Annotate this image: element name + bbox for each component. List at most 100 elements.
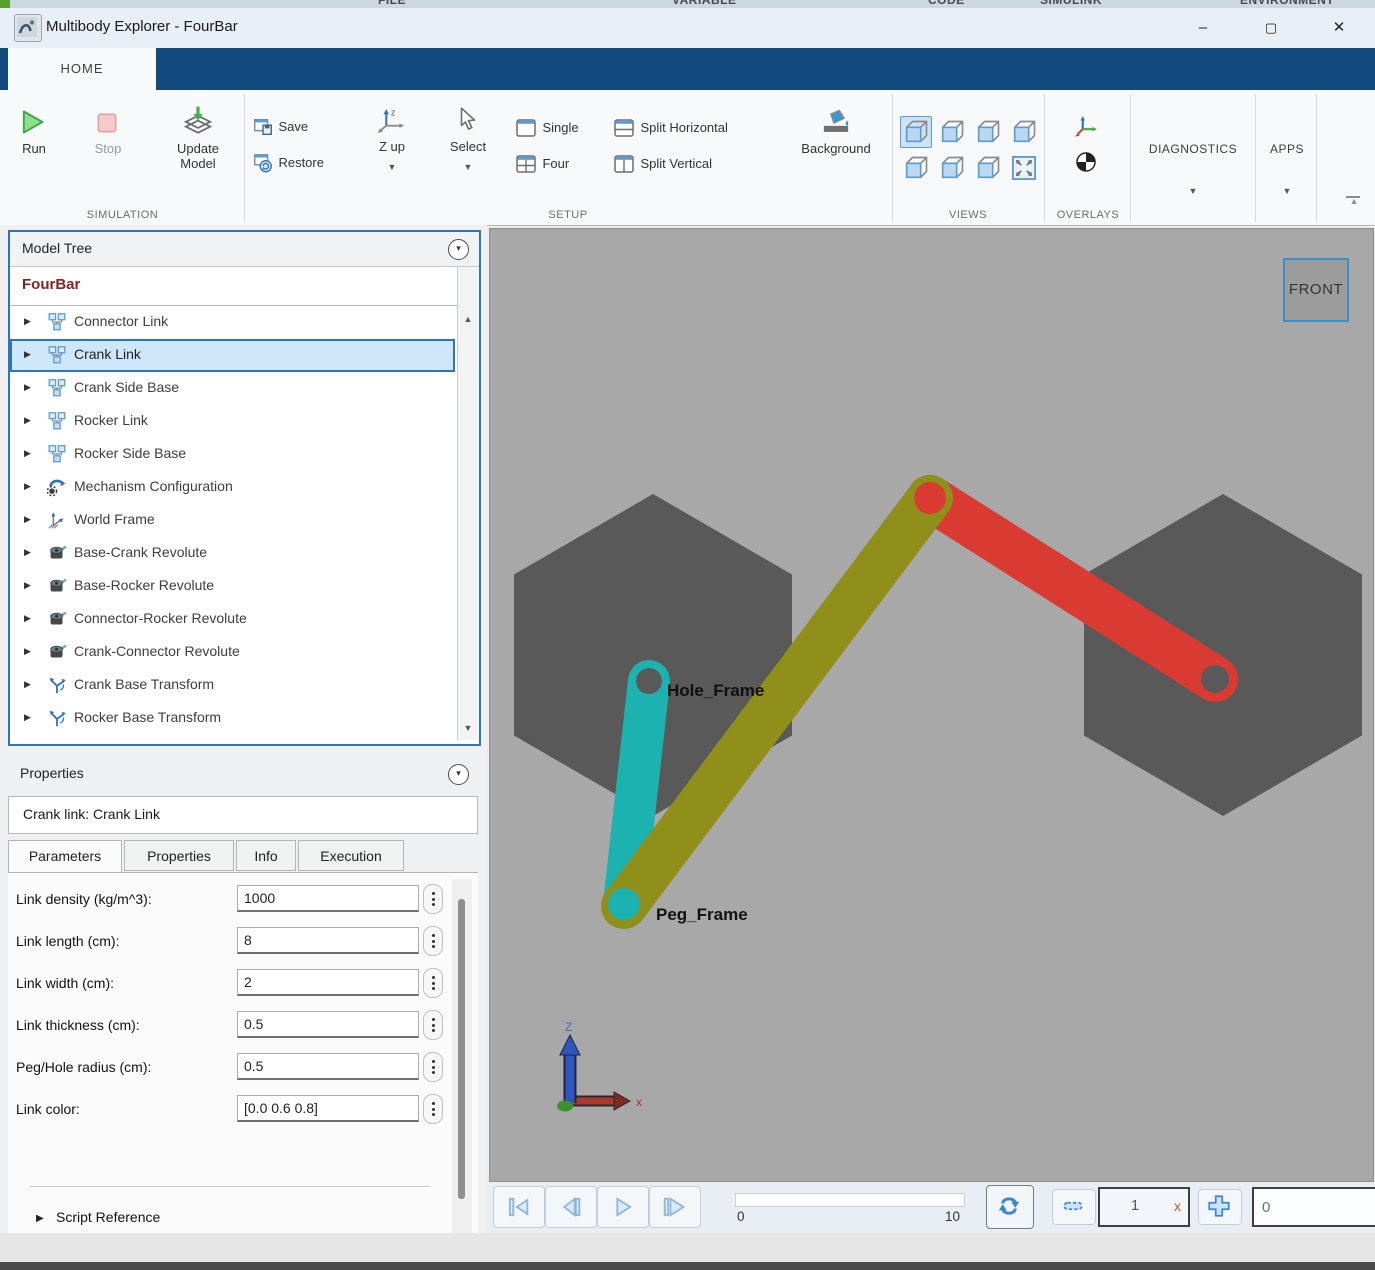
expand-arrow-icon[interactable]: ▶	[24, 646, 31, 657]
expand-arrow-icon[interactable]: ▶	[24, 448, 31, 459]
current-time-field[interactable]	[1252, 1187, 1375, 1227]
param-menu-link-length[interactable]	[423, 926, 443, 956]
expand-arrow-icon[interactable]: ▶	[24, 481, 31, 492]
expand-arrow-icon[interactable]: ▶	[24, 514, 31, 525]
rocker-end-hole[interactable]	[1201, 665, 1229, 693]
tree-item-connector-link[interactable]: ▶ Connector Link	[10, 306, 455, 339]
tree-item-crank-link[interactable]: ▶ Crank Link	[10, 339, 455, 372]
param-input-link-thickness[interactable]	[237, 1011, 419, 1038]
select-dropdown-arrow[interactable]: ▼	[444, 162, 492, 172]
close-button[interactable]: ✕	[1316, 8, 1362, 48]
play-button[interactable]	[597, 1186, 649, 1228]
scroll-up-arrow[interactable]: ▲	[458, 309, 478, 329]
split-horizontal-button[interactable]: Split Horizontal	[612, 116, 728, 140]
frames-overlay-button[interactable]	[1072, 114, 1100, 145]
expand-arrow-icon[interactable]: ▶	[24, 547, 31, 558]
expand-arrow-icon[interactable]: ▶	[24, 613, 31, 624]
speed-display: 1 x	[1098, 1187, 1190, 1227]
tree-item-rocker-base-transform[interactable]: ▶ Rocker Base Transform	[10, 702, 455, 735]
tree-item-base-crank-revolute[interactable]: ▶ Base-Crank Revolute	[10, 537, 455, 570]
hole-frame-hole[interactable]	[636, 668, 662, 694]
tree-item-base-rocker-revolute[interactable]: ▶ Base-Rocker Revolute	[10, 570, 455, 603]
tree-item-crank-connector-revolute[interactable]: ▶ Crank-Connector Revolute	[10, 636, 455, 669]
viewport-3d[interactable]: Hole_Frame Peg_Frame Z x FRONT	[489, 228, 1374, 1182]
scroll-down-arrow[interactable]: ▼	[458, 718, 478, 738]
peg-frame-peg[interactable]	[608, 888, 640, 920]
four-view-button[interactable]: Four	[514, 152, 569, 176]
view-back-button[interactable]	[936, 116, 968, 148]
param-input-peg-hole-radius[interactable]	[237, 1053, 419, 1080]
maximize-button[interactable]: ▢	[1248, 8, 1294, 48]
slower-button[interactable]	[1052, 1189, 1096, 1225]
tree-item-connector-rocker-revolute[interactable]: ▶ Connector-Rocker Revolute	[10, 603, 455, 636]
param-input-link-width[interactable]	[237, 969, 419, 996]
step-forward-button[interactable]	[649, 1186, 701, 1228]
split-vertical-button[interactable]: Split Vertical	[612, 152, 712, 176]
expand-arrow-icon[interactable]: ▶	[24, 580, 31, 591]
select-button[interactable]: Select ▼	[444, 104, 492, 172]
center-of-mass-overlay-button[interactable]	[1074, 150, 1098, 179]
param-menu-link-width[interactable]	[423, 968, 443, 998]
param-menu-link-thickness[interactable]	[423, 1010, 443, 1040]
diagnostics-button[interactable]: DIAGNOSTICS ▼	[1133, 142, 1253, 196]
time-slider[interactable]	[735, 1193, 965, 1207]
tab-parameters[interactable]: Parameters	[8, 840, 122, 873]
tab-home[interactable]: HOME	[8, 48, 156, 90]
tree-item-mechanism-configuration[interactable]: ▶ Mechanism Configuration	[10, 471, 455, 504]
tree-item-rocker-link[interactable]: ▶ Rocker Link	[10, 405, 455, 438]
loop-button[interactable]	[986, 1185, 1034, 1229]
param-menu-link-color[interactable]	[423, 1094, 443, 1124]
expand-arrow-icon[interactable]: ▶	[24, 349, 31, 360]
save-button[interactable]: Save	[252, 116, 308, 138]
tree-item-crank-base-transform[interactable]: ▶ Crank Base Transform	[10, 669, 455, 702]
stop-button[interactable]: Stop	[86, 110, 130, 156]
restore-button[interactable]: Restore	[252, 152, 324, 174]
expand-arrow-icon[interactable]: ▶	[24, 679, 31, 690]
tab-execution[interactable]: Execution	[298, 840, 404, 871]
properties-collapse-button[interactable]: ▾	[448, 764, 469, 785]
collapse-ribbon-button[interactable]: ▴	[1346, 196, 1362, 206]
z-up-dropdown-arrow[interactable]: ▼	[368, 162, 416, 172]
go-to-start-button[interactable]	[493, 1186, 545, 1228]
model-tree-root-row[interactable]: FourBar	[10, 267, 457, 306]
view-orientation-badge[interactable]: FRONT	[1283, 258, 1349, 322]
param-input-link-color[interactable]	[237, 1095, 419, 1122]
view-bottom-button[interactable]	[972, 152, 1004, 184]
view-right-button[interactable]	[900, 152, 932, 184]
single-view-button[interactable]: Single	[514, 116, 579, 140]
tab-info[interactable]: Info	[236, 840, 296, 871]
properties-scrollbar[interactable]	[452, 879, 472, 1239]
properties-scrollbar-thumb[interactable]	[458, 899, 465, 1199]
param-menu-peg-hole-radius[interactable]	[423, 1052, 443, 1082]
param-input-link-density[interactable]	[237, 885, 419, 912]
expand-arrow-icon[interactable]: ▶	[24, 415, 31, 426]
step-back-button[interactable]	[545, 1186, 597, 1228]
expand-arrow-icon[interactable]: ▶	[24, 382, 31, 393]
model-tree-collapse-button[interactable]: ▾	[448, 239, 469, 260]
faster-button[interactable]	[1198, 1189, 1242, 1225]
view-left-button[interactable]	[972, 116, 1004, 148]
expand-arrow-icon[interactable]: ▶	[24, 712, 31, 723]
script-reference-label[interactable]: Script Reference	[56, 1209, 160, 1225]
param-input-link-length[interactable]	[237, 927, 419, 954]
run-button[interactable]: Run	[12, 108, 56, 156]
tree-item-world-frame[interactable]: ▶ World Frame	[10, 504, 455, 537]
update-model-button[interactable]: Update Model	[160, 104, 236, 171]
view-isometric-button[interactable]	[1008, 116, 1040, 148]
param-menu-link-density[interactable]	[423, 884, 443, 914]
background-button[interactable]: Background	[790, 106, 882, 156]
apps-button[interactable]: APPS ▼	[1258, 142, 1316, 196]
fit-to-view-icon	[1010, 154, 1038, 182]
fit-to-view-button[interactable]	[1008, 152, 1040, 184]
view-top-button[interactable]	[936, 152, 968, 184]
script-reference-expand-arrow[interactable]: ▶	[36, 1213, 44, 1224]
tree-item-crank-side-base[interactable]: ▶ Crank Side Base	[10, 372, 455, 405]
tab-properties[interactable]: Properties	[124, 840, 234, 871]
z-up-button[interactable]: Z up ▼	[368, 106, 416, 172]
expand-arrow-icon[interactable]: ▶	[24, 316, 31, 327]
tree-item-rocker-side-base[interactable]: ▶ Rocker Side Base	[10, 438, 455, 471]
minimize-button[interactable]: –	[1180, 8, 1226, 48]
view-front-button[interactable]	[900, 116, 932, 148]
model-tree-scrollbar[interactable]: ▲ ▼	[457, 267, 478, 740]
crank-connector-joint-peg[interactable]	[914, 482, 946, 514]
